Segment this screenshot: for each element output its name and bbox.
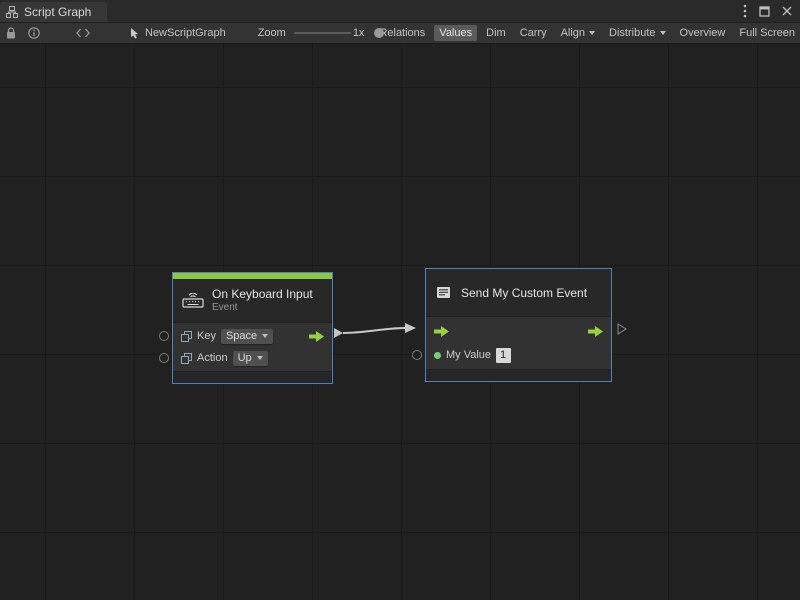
flow-row: [426, 319, 611, 343]
graph-toolbar: NewScriptGraph Zoom 1x Relations Values …: [0, 22, 800, 44]
align-button[interactable]: Align: [556, 25, 600, 41]
node-title: Send My Custom Event: [461, 286, 587, 300]
chevron-down-icon: [589, 31, 595, 35]
my-value-field[interactable]: 1: [496, 348, 511, 363]
graph-breadcrumb[interactable]: NewScriptGraph: [130, 27, 226, 39]
zoom-slider-knob[interactable]: [374, 28, 384, 38]
key-dropdown-value: Space: [226, 330, 257, 342]
key-dropdown[interactable]: Space: [221, 329, 273, 344]
tab-title: Script Graph: [24, 5, 91, 19]
dim-button[interactable]: Dim: [481, 25, 511, 41]
distribute-button[interactable]: Distribute: [604, 25, 670, 41]
node-title: On Keyboard Input: [212, 287, 313, 301]
zoom-value: 1x: [353, 27, 365, 39]
value-port-dot: [434, 352, 441, 359]
node-subtitle: Event: [212, 302, 313, 314]
code-icon[interactable]: [76, 28, 90, 38]
fullscreen-button[interactable]: Full Screen: [734, 25, 800, 41]
node-send-my-custom-event[interactable]: Send My Custom Event My Value 1: [425, 268, 612, 382]
chevron-down-icon: [262, 334, 268, 338]
flow-output-port[interactable]: [309, 331, 324, 342]
action-dropdown[interactable]: Up: [233, 351, 268, 366]
port-row-key: Key Space: [173, 325, 332, 347]
graph-canvas[interactable]: On Keyboard Input Event Key Space: [0, 44, 800, 600]
node-on-keyboard-input[interactable]: On Keyboard Input Event Key Space: [172, 272, 333, 384]
action-dropdown-value: Up: [238, 352, 252, 364]
node-footer: [173, 371, 332, 383]
zoom-slider-track: [294, 32, 351, 34]
toolbar-buttons: Relations Values Dim Carry Align Distrib…: [374, 25, 800, 41]
port-label-my-value: My Value: [446, 349, 491, 361]
value-input-port[interactable]: [412, 350, 422, 360]
graph-name: NewScriptGraph: [145, 27, 226, 39]
pointer-icon: [130, 27, 140, 39]
zoom-slider[interactable]: [294, 22, 351, 44]
node-body: Key Space Action: [173, 323, 332, 371]
carry-button[interactable]: Carry: [515, 25, 552, 41]
keyboard-icon: [182, 293, 204, 308]
chevron-down-icon: [257, 356, 263, 360]
menu-icon[interactable]: [743, 4, 747, 18]
flow-input-port[interactable]: [434, 326, 449, 337]
tab-strip: Script Graph: [0, 0, 800, 22]
node-header: On Keyboard Input Event: [173, 279, 332, 323]
object-icon: [181, 353, 192, 364]
chevron-down-icon: [660, 31, 666, 35]
connection-wire: [0, 44, 800, 600]
flow-output-port[interactable]: [588, 326, 603, 337]
zoom-label: Zoom: [258, 27, 286, 39]
overview-button[interactable]: Overview: [675, 25, 731, 41]
info-icon[interactable]: [28, 27, 40, 39]
value-input-port[interactable]: [159, 331, 169, 341]
node-body: My Value 1: [426, 317, 611, 369]
port-label-action: Action: [197, 352, 228, 364]
event-icon: [435, 285, 453, 300]
script-graph-icon: [6, 6, 18, 18]
tab-script-graph[interactable]: Script Graph: [0, 2, 107, 22]
lock-icon[interactable]: [6, 27, 16, 40]
close-icon[interactable]: [782, 6, 792, 16]
window-controls: [743, 0, 792, 22]
object-icon: [181, 331, 192, 342]
node-footer: [426, 369, 611, 381]
values-button[interactable]: Values: [434, 25, 477, 41]
maximize-icon[interactable]: [759, 6, 770, 17]
port-row-action: Action Up: [173, 347, 332, 369]
value-input-port[interactable]: [159, 353, 169, 363]
node-header: Send My Custom Event: [426, 269, 611, 317]
script-graph-window: Script Graph NewScrip: [0, 0, 800, 600]
port-row-my-value: My Value 1: [426, 343, 611, 367]
flow-continue-marker: [617, 323, 627, 335]
port-label-key: Key: [197, 330, 216, 342]
